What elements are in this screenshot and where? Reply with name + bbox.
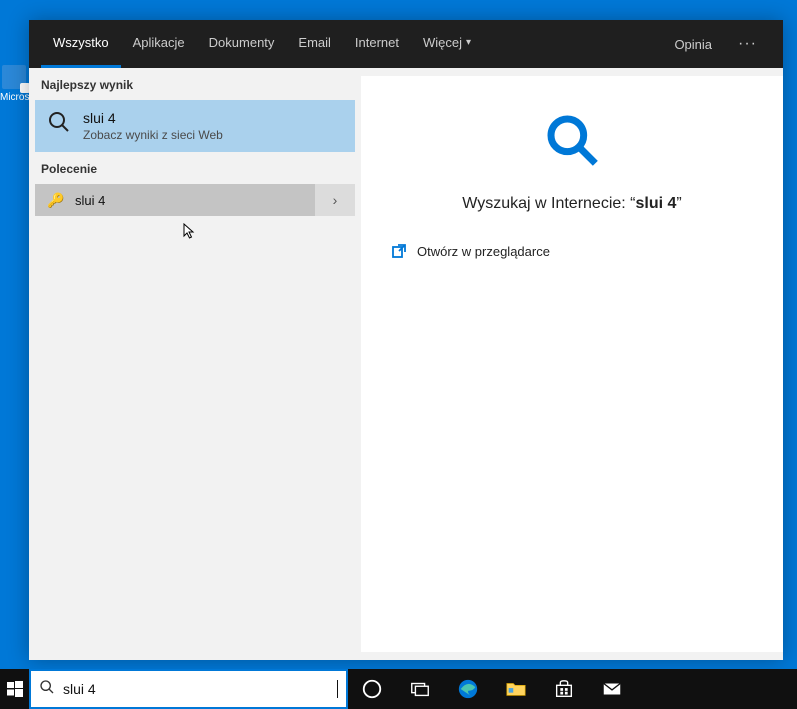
mail-icon xyxy=(601,678,623,700)
results-column: Najlepszy wynik slui 4 Zobacz wyniki z s… xyxy=(29,68,361,660)
tab-documents[interactable]: Dokumenty xyxy=(197,20,287,68)
best-match-title: slui 4 xyxy=(83,110,223,126)
windows-icon xyxy=(7,681,23,697)
tab-email-label: Email xyxy=(298,35,331,50)
chevron-down-icon: ▾ xyxy=(466,37,471,48)
taskbar-icons xyxy=(348,669,636,709)
command-expand-button[interactable]: › xyxy=(315,184,355,216)
circle-icon xyxy=(361,678,383,700)
open-in-browser-link[interactable]: Otwórz w przeglądarce xyxy=(385,243,550,259)
tab-email[interactable]: Email xyxy=(286,20,343,68)
tab-internet[interactable]: Internet xyxy=(343,20,411,68)
web-search-caption: Wyszukaj w Internecie: “slui 4” xyxy=(462,195,681,213)
taskbar-task-view[interactable] xyxy=(396,669,444,709)
command-item[interactable]: 🔑 slui 4 xyxy=(35,184,315,216)
preview-column: Wyszukaj w Internecie: “slui 4” Otwórz w… xyxy=(361,76,783,652)
best-match-subtitle: Zobacz wyniki z sieci Web xyxy=(83,128,223,142)
best-match-header: Najlepszy wynik xyxy=(29,68,361,100)
search-input[interactable]: slui 4 xyxy=(63,681,329,697)
caption-query: slui 4 xyxy=(636,195,677,212)
desktop-shortcut-icon xyxy=(2,65,26,89)
taskbar-mail[interactable] xyxy=(588,669,636,709)
command-row: 🔑 slui 4 › xyxy=(35,184,355,216)
taskbar-search-box[interactable]: slui 4 xyxy=(29,669,348,709)
tab-more-label: Więcej xyxy=(423,35,462,50)
caption-prefix: Wyszukaj w Internecie: “ xyxy=(462,195,635,212)
desktop-shortcut-label: Micros xyxy=(0,92,28,103)
tab-all[interactable]: Wszystko xyxy=(41,20,121,68)
caption-suffix: ” xyxy=(676,195,681,212)
tab-bar: Wszystko Aplikacje Dokumenty Email Inter… xyxy=(29,20,783,68)
store-icon xyxy=(553,678,575,700)
tab-more[interactable]: Więcej ▾ xyxy=(411,20,483,68)
feedback-label: Opinia xyxy=(674,37,712,52)
feedback-link[interactable]: Opinia xyxy=(662,20,724,68)
text-caret xyxy=(337,680,338,698)
search-icon xyxy=(47,110,71,134)
tab-docs-label: Dokumenty xyxy=(209,35,275,50)
panel-body: Najlepszy wynik slui 4 Zobacz wyniki z s… xyxy=(29,68,783,660)
open-external-icon xyxy=(391,243,407,259)
tab-apps-label: Aplikacje xyxy=(133,35,185,50)
search-panel: Wszystko Aplikacje Dokumenty Email Inter… xyxy=(29,20,783,660)
tab-all-label: Wszystko xyxy=(53,35,109,50)
taskbar-cortana[interactable] xyxy=(348,669,396,709)
run-command-icon: 🔑 xyxy=(47,192,63,208)
command-header: Polecenie xyxy=(29,152,361,184)
more-options-button[interactable]: ··· xyxy=(724,20,771,68)
edge-icon xyxy=(457,678,479,700)
best-match-item[interactable]: slui 4 Zobacz wyniki z sieci Web xyxy=(35,100,355,152)
start-button[interactable] xyxy=(0,669,29,709)
tab-apps[interactable]: Aplikacje xyxy=(121,20,197,68)
folder-icon xyxy=(505,678,527,700)
tab-internet-label: Internet xyxy=(355,35,399,50)
taskbar-edge[interactable] xyxy=(444,669,492,709)
task-view-icon xyxy=(409,678,431,700)
search-icon xyxy=(39,679,55,700)
open-in-browser-label: Otwórz w przeglądarce xyxy=(417,244,550,259)
chevron-right-icon: › xyxy=(333,192,338,208)
desktop-shortcut[interactable]: Micros xyxy=(0,65,28,103)
taskbar-store[interactable] xyxy=(540,669,588,709)
taskbar-explorer[interactable] xyxy=(492,669,540,709)
taskbar: slui 4 xyxy=(0,669,797,709)
large-search-icon xyxy=(544,112,600,173)
command-label: slui 4 xyxy=(75,193,105,208)
